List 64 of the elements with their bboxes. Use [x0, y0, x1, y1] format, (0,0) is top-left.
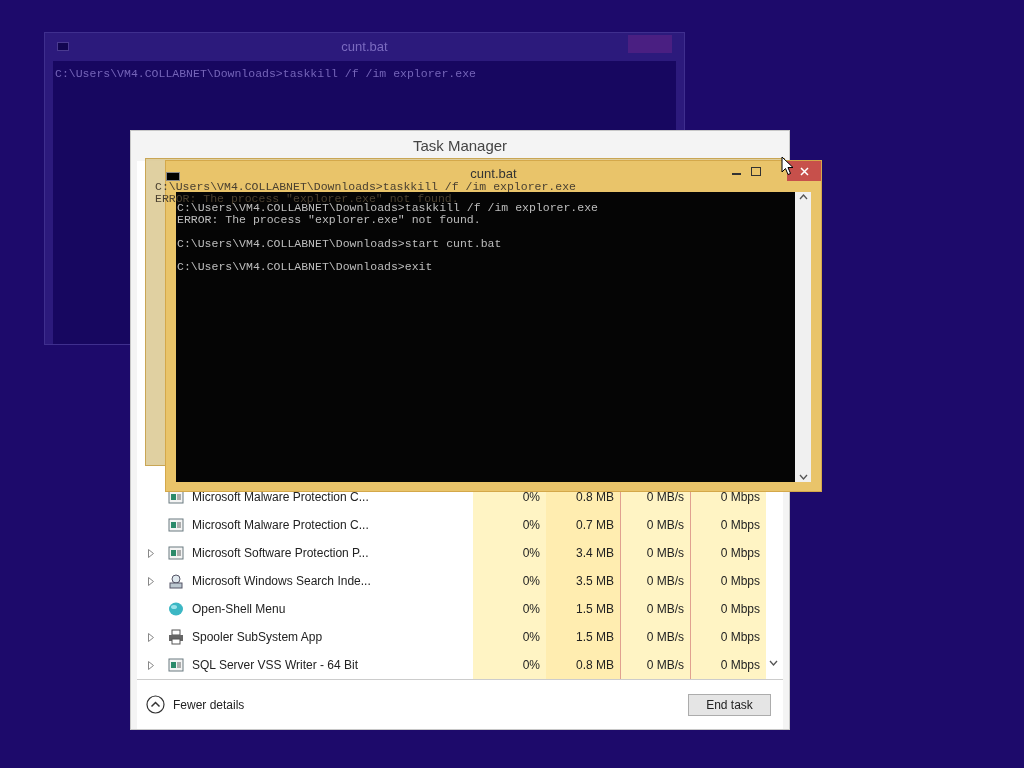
process-name: Spooler SubSystem App	[192, 629, 323, 646]
expand-icon[interactable]	[148, 632, 154, 642]
process-name: Open-Shell Menu	[192, 601, 286, 618]
table-cell-text: 0%	[522, 517, 540, 534]
close-button[interactable]	[787, 161, 821, 181]
console-line: C:\Users\VM4.COLLABNET\Downloads>start cunt.bat	[177, 236, 502, 250]
console-line: C:\Users\VM4.COLLABNET\Downloads>taskkill /f /im explorer.exe	[55, 67, 476, 80]
console-icon	[166, 172, 180, 181]
process-name: Microsoft Malware Protection C...	[192, 489, 369, 506]
table-cell-text: 0 Mbps	[720, 545, 760, 562]
table-cell-text: 0 Mbps	[720, 601, 760, 618]
table-cell-text: 0 MB/s	[646, 517, 684, 534]
console-line: C:\Users\VM4.COLLABNET\Downloads>exit	[177, 260, 433, 273]
table-cell-text: 0 Mbps	[720, 489, 760, 506]
table-cell-text: 0%	[522, 629, 540, 646]
fewer-details-button[interactable]: Fewer details	[146, 695, 245, 714]
expand-icon[interactable]	[148, 548, 154, 558]
shell-icon	[168, 601, 184, 617]
maximize-button[interactable]	[751, 167, 761, 176]
scroll-down-icon	[798, 474, 808, 480]
process-name: Microsoft Software Protection P...	[192, 545, 369, 562]
scroll-up-icon	[798, 194, 808, 200]
table-cell-text: 0 MB/s	[646, 489, 684, 506]
window-title: Task Manager	[412, 135, 508, 156]
window-icon	[168, 517, 184, 533]
table-cell-text: 0 Mbps	[720, 573, 760, 590]
table-cell-text: 3.4 MB	[576, 545, 614, 562]
window-title: cunt.bat	[470, 165, 517, 182]
table-cell-text: 0 MB/s	[646, 629, 684, 646]
table-cell-text: 1.5 MB	[576, 629, 614, 646]
close-icon	[799, 166, 809, 176]
collapse-icon	[146, 695, 165, 714]
table-cell-text: 0%	[522, 601, 540, 618]
table-cell-text: 0.8 MB	[576, 489, 614, 506]
expand-icon[interactable]	[148, 660, 154, 670]
table-cell-text: 0.7 MB	[576, 517, 614, 534]
table-cell-text: 0%	[522, 489, 540, 506]
process-name: Microsoft Windows Search Inde...	[192, 573, 371, 590]
table-cell-text: 0%	[522, 573, 540, 590]
table-cell-text: 0 MB/s	[646, 601, 684, 618]
window-icon	[168, 657, 184, 673]
table-cell-text: 0%	[522, 545, 540, 562]
scrollbar[interactable]	[795, 192, 811, 482]
printer-icon	[168, 629, 184, 645]
window-icon	[168, 545, 184, 561]
table-cell-text: 0%	[522, 657, 540, 674]
console-icon	[57, 42, 69, 51]
table-cell-text: 0.8 MB	[576, 657, 614, 674]
table-cell-text: 0 MB/s	[646, 545, 684, 562]
scroll-down-icon[interactable]	[769, 659, 778, 666]
console-line: C:\Users\VM4.COLLABNET\Downloads>taskkill /f /im explorer.exe	[155, 180, 576, 193]
table-cell-text: 1.5 MB	[576, 601, 614, 618]
table-cell-text: 3.5 MB	[576, 573, 614, 590]
end-task-button[interactable]: End task	[688, 693, 771, 716]
table-cell-text: 0 MB/s	[646, 657, 684, 674]
console-line: ERROR: The process "explorer.exe" not found.	[177, 213, 481, 226]
table-cell-text: 0 MB/s	[646, 573, 684, 590]
window-title: cunt.bat	[341, 38, 388, 57]
expand-icon[interactable]	[148, 576, 154, 586]
table-cell-text: 0 Mbps	[720, 657, 760, 674]
table-cell-text: 0 Mbps	[720, 517, 760, 534]
process-name: SQL Server VSS Writer - 64 Bit	[192, 657, 359, 674]
process-name: Microsoft Malware Protection C...	[192, 517, 369, 534]
table-cell-text: 0 Mbps	[720, 629, 760, 646]
